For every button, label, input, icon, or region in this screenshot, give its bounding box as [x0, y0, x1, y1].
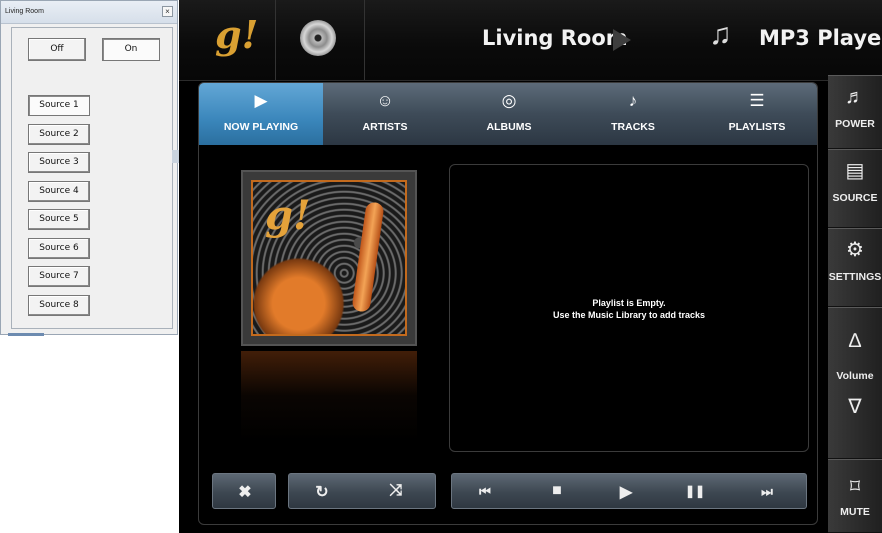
tab-playlists[interactable]: ☰ PLAYLISTS [695, 83, 817, 145]
settings-label: SETTINGS [828, 271, 882, 283]
volume-control: ∆ Volume ∇ [828, 307, 882, 459]
volume-down-icon[interactable]: ∇ [828, 396, 882, 418]
power-note-icon: ♬ [845, 86, 865, 108]
source-5-button[interactable]: Source 5 [28, 209, 90, 230]
tab-label: NOW PLAYING [223, 121, 299, 133]
playlist-area[interactable]: Playlist is Empty. Use the Music Library… [449, 164, 809, 452]
shuffle-icon[interactable]: ⤨ [381, 482, 411, 500]
album-art-reflection [241, 351, 417, 441]
pause-icon[interactable]: ❚❚ [680, 484, 710, 498]
source-label: SOURCE [832, 192, 878, 204]
close-icon: ✖ [238, 484, 252, 501]
dialog-body: Off On Source 1 Source 2 Source 3 Source… [11, 27, 173, 329]
play-icon[interactable]: ▶ [611, 482, 641, 502]
source-1-button[interactable]: Source 1 [28, 95, 90, 116]
empty-hint: Use the Music Library to add tracks [552, 310, 706, 320]
music-note-icon: ♪ [628, 91, 638, 110]
dialog-title: Living Room [5, 8, 44, 15]
music-note-graphic [351, 201, 385, 313]
album-art-image: g! [251, 180, 407, 336]
tab-now-playing[interactable]: ▶ NOW PLAYING [199, 83, 323, 145]
source-8-button[interactable]: Source 8 [28, 295, 90, 316]
room-name[interactable]: Living Room [482, 26, 628, 50]
tab-bar: ▶ NOW PLAYING ☺ ARTISTS ◎ ALBUMS ♪ TRACK… [199, 83, 817, 145]
tab-label: ALBUMS [486, 121, 532, 133]
side-bar: ♬ POWER ▤ SOURCE ⚙ SETTINGS ∆ Volume ∇ ⌑… [828, 75, 882, 533]
music-note-icon: ♫ [709, 18, 732, 51]
mute-icon: ⌑ [849, 476, 861, 498]
album-icon: ◎ [501, 91, 517, 110]
stop-icon[interactable]: ■ [542, 482, 572, 500]
play-circle-icon: ▶ [254, 91, 268, 110]
room-arrow-icon [613, 29, 631, 51]
clear-button[interactable]: ✖ [212, 473, 276, 509]
tab-albums[interactable]: ◎ ALBUMS [447, 83, 571, 145]
music-panel: ▶ NOW PLAYING ☺ ARTISTS ◎ ALBUMS ♪ TRACK… [198, 82, 818, 525]
source-icon: ▤ [845, 160, 865, 182]
power-button[interactable]: ♬ POWER [828, 75, 882, 149]
home-logo-button[interactable]: g! [179, 0, 276, 80]
dialog-titlebar: Living Room × [1, 1, 177, 24]
on-button[interactable]: On [102, 38, 160, 61]
tab-label: PLAYLISTS [728, 121, 786, 133]
volume-up-icon[interactable]: ∆ [828, 330, 882, 352]
source-6-button[interactable]: Source 6 [28, 238, 90, 259]
tab-label: TRACKS [611, 121, 655, 133]
power-label: POWER [835, 118, 875, 130]
player-name[interactable]: MP3 Player 1 [759, 26, 882, 50]
off-button[interactable]: Off [28, 38, 86, 61]
g-logo-icon: g! [215, 12, 259, 57]
tab-label: ARTISTS [362, 121, 408, 133]
empty-message: Playlist is Empty. [592, 298, 666, 308]
living-room-dialog: Living Room × Off On Source 1 Source 2 S… [0, 0, 178, 335]
repeat-icon[interactable]: ↻ [307, 482, 337, 502]
window-edge-strip-bottom [8, 333, 44, 336]
tab-artists[interactable]: ☺ ARTISTS [323, 83, 447, 145]
source-button[interactable]: ▤ SOURCE [828, 149, 882, 228]
disc-button[interactable] [276, 0, 365, 80]
artist-icon: ☺ [376, 91, 394, 110]
source-7-button[interactable]: Source 7 [28, 266, 90, 287]
source-3-button[interactable]: Source 3 [28, 152, 90, 173]
source-2-button[interactable]: Source 2 [28, 124, 90, 145]
volume-label: Volume [836, 370, 874, 382]
close-button[interactable]: × [162, 6, 173, 17]
album-art: g! [241, 170, 417, 346]
mute-button[interactable]: ⌑ MUTE [828, 459, 882, 533]
previous-icon[interactable]: ⏮ [470, 484, 500, 500]
next-icon[interactable]: ⏭ [752, 484, 782, 500]
transport-controls: ⏮ ■ ▶ ❚❚ ⏭ [451, 473, 807, 509]
repeat-shuffle-group: ↻ ⤨ [288, 473, 436, 509]
g-logo-icon: g! [265, 192, 311, 239]
playlist-icon: ☰ [749, 91, 765, 110]
gear-icon: ⚙ [846, 239, 864, 261]
source-4-button[interactable]: Source 4 [28, 181, 90, 202]
disc-icon [300, 20, 336, 56]
player-app: g! Living Room ♫ MP3 Player 1 ♬ POWER ▤ … [179, 0, 882, 533]
tab-tracks[interactable]: ♪ TRACKS [571, 83, 695, 145]
settings-button[interactable]: ⚙ SETTINGS [828, 228, 882, 307]
header-bar: g! Living Room ♫ MP3 Player 1 [179, 0, 882, 81]
mute-label: MUTE [840, 506, 870, 518]
